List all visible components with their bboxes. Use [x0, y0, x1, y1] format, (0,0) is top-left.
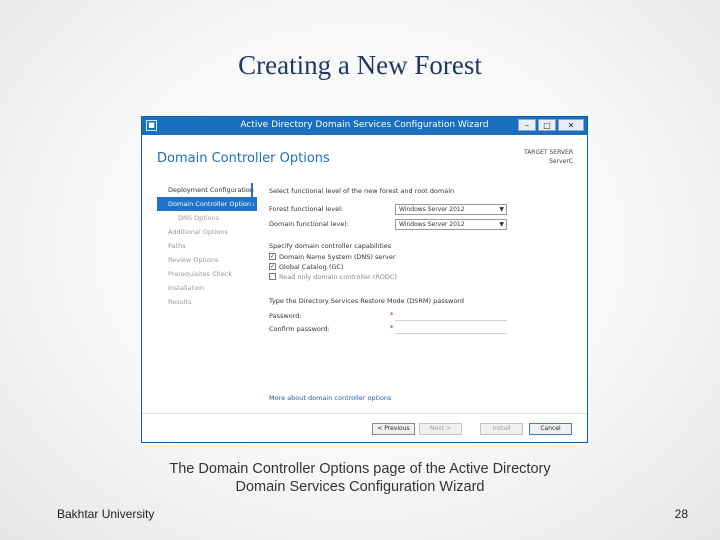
target-server-label: TARGET SERVER [524, 149, 573, 156]
password-field[interactable] [395, 310, 507, 321]
nav-item-dns-options[interactable]: DNS Options [157, 211, 257, 225]
global-catalog-checkbox[interactable]: ✓ [269, 263, 276, 270]
nav-item-results[interactable]: Results [157, 295, 257, 309]
title-bar: ■ Active Directory Domain Services Confi… [142, 117, 587, 135]
dns-server-label: Domain Name System (DNS) server [279, 253, 396, 261]
dns-server-checkbox[interactable]: ✓ [269, 253, 276, 260]
caption-line-1: The Domain Controller Options page of th… [169, 461, 551, 477]
more-about-link[interactable]: More about domain controller options [269, 394, 391, 402]
functional-level-heading: Select functional level of the new fores… [269, 187, 455, 195]
target-server-value: ServerC [549, 158, 573, 165]
cancel-button[interactable]: Cancel [529, 423, 572, 435]
footer-institution: Bakhtar University [57, 507, 155, 521]
confirm-password-field[interactable] [395, 323, 507, 334]
next-button[interactable]: Next > [419, 423, 462, 435]
wizard-nav: Deployment Configuration Domain Controll… [157, 183, 257, 309]
domain-level-dropdown[interactable]: Windows Server 2012 ▼ [395, 219, 507, 230]
forest-level-value: Windows Server 2012 [399, 206, 465, 213]
nav-item-review-options[interactable]: Review Options [157, 253, 257, 267]
window-controls: – □ ✕ [518, 119, 584, 131]
previous-button[interactable]: < Previous [372, 423, 415, 435]
chevron-down-icon: ▼ [499, 221, 504, 228]
domain-level-label: Domain functional level: [269, 220, 349, 228]
minimize-button[interactable]: – [518, 119, 536, 131]
dsrm-heading: Type the Directory Services Restore Mode… [269, 297, 464, 305]
page-heading: Domain Controller Options [157, 151, 330, 166]
nav-item-installation[interactable]: Installation [157, 281, 257, 295]
slide-caption: The Domain Controller Options page of th… [0, 460, 720, 496]
slide-title: Creating a New Forest [238, 50, 482, 80]
nav-item-domain-controller-options[interactable]: Domain Controller Options [157, 197, 257, 211]
page-number: 28 [674, 507, 688, 521]
close-button[interactable]: ✕ [558, 119, 584, 131]
capabilities-heading: Specify domain controller capabilities [269, 242, 392, 250]
forest-level-dropdown[interactable]: Windows Server 2012 ▼ [395, 204, 507, 215]
nav-progress-marker [251, 183, 253, 209]
footer-divider [142, 413, 587, 414]
password-label: Password: [269, 312, 302, 320]
confirm-required-mark: * [390, 324, 394, 332]
maximize-button[interactable]: □ [538, 119, 556, 131]
nav-item-additional-options[interactable]: Additional Options [157, 225, 257, 239]
nav-item-paths[interactable]: Paths [157, 239, 257, 253]
global-catalog-label: Global Catalog (GC) [279, 263, 344, 271]
forest-level-label: Forest functional level: [269, 205, 344, 213]
confirm-password-label: Confirm password: [269, 325, 330, 333]
password-required-mark: * [390, 311, 394, 319]
chevron-down-icon: ▼ [499, 206, 504, 213]
rodc-checkbox[interactable] [269, 273, 276, 280]
wizard-window: ■ Active Directory Domain Services Confi… [141, 116, 588, 443]
nav-item-prerequisites-check[interactable]: Prerequisites Check [157, 267, 257, 281]
rodc-label: Read only domain controller (RODC) [279, 273, 397, 281]
domain-level-value: Windows Server 2012 [399, 221, 465, 228]
install-button[interactable]: Install [480, 423, 523, 435]
nav-item-deployment-configuration[interactable]: Deployment Configuration [157, 183, 257, 197]
caption-line-2: Domain Services Configuration Wizard [235, 479, 485, 495]
